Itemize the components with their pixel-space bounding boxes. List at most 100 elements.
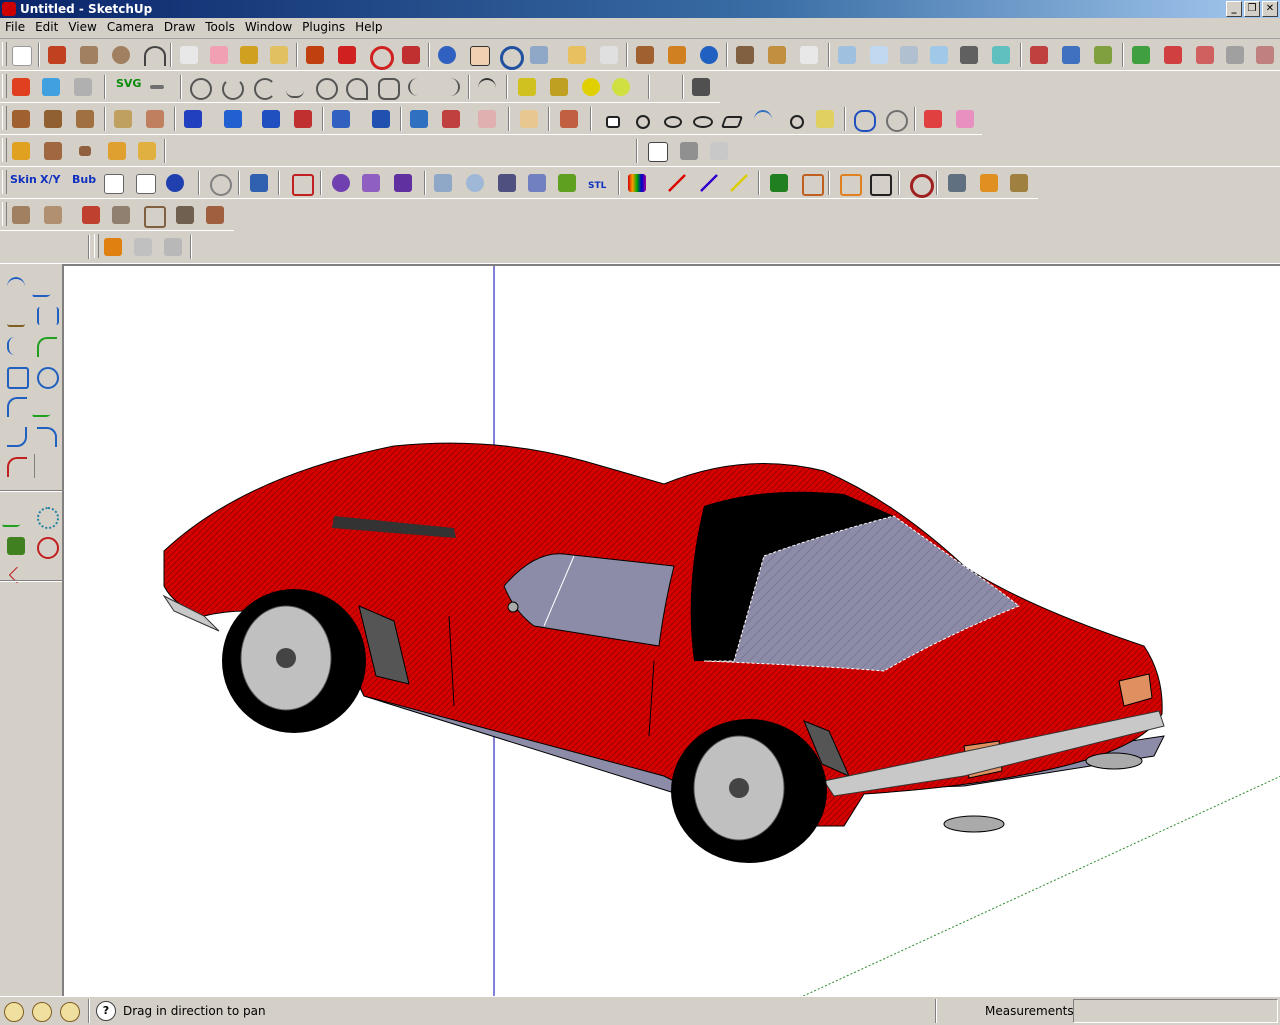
tape-measure-button[interactable] [236, 42, 262, 68]
zoom-extents-button[interactable] [526, 42, 552, 68]
paint-bucket-button[interactable] [266, 42, 292, 68]
spline-edit-button[interactable] [4, 304, 28, 328]
sandbox-mesh-button[interactable] [172, 202, 198, 228]
plugin-box-blue-button[interactable] [246, 170, 272, 196]
plugin-shape-b-button[interactable] [220, 106, 246, 132]
hand-tool-button[interactable] [644, 138, 670, 164]
sandbox-stamp-button[interactable] [104, 138, 130, 164]
plugin-shape-c-button[interactable] [516, 106, 542, 132]
plugin-rotate-gray-button[interactable] [206, 170, 232, 196]
arc-red-button[interactable] [4, 454, 28, 478]
hook-curve-button[interactable] [436, 74, 462, 100]
xy-button[interactable]: X/Y [40, 173, 60, 186]
plugin-shape-a-button[interactable] [180, 106, 206, 132]
menu-camera[interactable]: Camera [102, 18, 159, 36]
measurements-input[interactable] [1073, 999, 1278, 1023]
sandbox-from-contours-button[interactable] [8, 138, 34, 164]
plugin-globe-button[interactable] [462, 170, 488, 196]
plugin-hourglass-button[interactable] [368, 106, 394, 132]
menu-help[interactable]: Help [350, 18, 387, 36]
fillet-gear-button[interactable] [782, 106, 808, 132]
plugin-balance-button[interactable] [1006, 170, 1032, 196]
restore-button[interactable]: ❐ [1244, 1, 1260, 17]
top-view-button[interactable] [866, 42, 892, 68]
help-icon[interactable]: ? [96, 1001, 116, 1021]
shield-shape-button[interactable] [358, 170, 384, 196]
hook-curve-left-button[interactable] [4, 424, 28, 448]
menu-view[interactable]: View [63, 18, 101, 36]
toolbar-grip[interactable] [94, 234, 99, 258]
plugin-tool-b-button[interactable] [1058, 42, 1084, 68]
menu-tools[interactable]: Tools [200, 18, 240, 36]
plugin-pencil-button[interactable] [556, 106, 582, 132]
menu-plugins[interactable]: Plugins [297, 18, 350, 36]
arc-curve-button[interactable] [404, 74, 430, 100]
sandbox-smoove-button[interactable] [72, 138, 98, 164]
plugin-diagonal-button[interactable] [328, 106, 354, 132]
fillet-square-button[interactable] [598, 106, 624, 132]
menu-draw[interactable]: Draw [159, 18, 200, 36]
right-view-button[interactable] [926, 42, 952, 68]
stl-export-button[interactable]: STL [588, 181, 606, 191]
triangle-red-button[interactable] [4, 562, 28, 586]
plugin-grid-button[interactable] [524, 170, 550, 196]
play-button[interactable] [100, 170, 126, 196]
plugin-pink-button[interactable] [474, 106, 500, 132]
toolbar-grip[interactable] [2, 74, 7, 98]
svg-export-button[interactable]: SVG [116, 77, 141, 90]
bezier-curve-button[interactable] [4, 274, 28, 298]
yellow-line-button[interactable] [726, 170, 752, 196]
sketchup-app-icon[interactable] [2, 2, 16, 16]
toolbar-grip[interactable] [2, 138, 7, 162]
rectangle-tool-button[interactable] [76, 42, 102, 68]
color-lines-button[interactable] [624, 170, 650, 196]
plugin-arrows-b-button[interactable] [142, 106, 168, 132]
plugin-tool-c-button[interactable] [1090, 42, 1116, 68]
plugin-arrow-green-button[interactable] [554, 170, 580, 196]
plugin-yellow-a-button[interactable] [514, 74, 540, 100]
zigzag-button[interactable] [31, 394, 61, 418]
bub-button[interactable]: Bub [72, 173, 96, 186]
layers-disabled-button[interactable] [706, 138, 732, 164]
wrench-button[interactable] [4, 534, 28, 558]
catmull-button[interactable] [4, 334, 28, 358]
sandbox-cross-button[interactable] [202, 202, 228, 228]
place-model-button[interactable] [664, 42, 690, 68]
red-cube-button[interactable] [8, 74, 34, 100]
plugin-figure-button[interactable] [130, 234, 156, 260]
menu-window[interactable]: Window [240, 18, 297, 36]
fillet-ellipse-button[interactable] [658, 106, 684, 132]
normal-push-pull-button[interactable] [72, 106, 98, 132]
minimize-button[interactable]: _ [1226, 1, 1242, 17]
skin-button[interactable]: Skin [10, 173, 37, 186]
outline-box-button[interactable] [798, 170, 824, 196]
plugin-figure-2-button[interactable] [160, 234, 186, 260]
select-tool-button[interactable] [8, 42, 34, 68]
front-view-button[interactable] [896, 42, 922, 68]
wave-tool-button[interactable] [282, 74, 308, 100]
rotate-tool-button[interactable] [366, 42, 394, 70]
sandbox-from-scratch-button[interactable] [40, 138, 66, 164]
spiral-curve-button[interactable] [34, 364, 59, 389]
toolbar-grip[interactable] [2, 170, 7, 194]
plugin-tool-f-button[interactable] [1192, 42, 1218, 68]
bracket-orange-button[interactable] [836, 170, 862, 196]
plugin-loop-blue-button[interactable] [850, 106, 876, 132]
polyline-button[interactable] [31, 274, 61, 298]
sandbox-frame-button[interactable] [140, 202, 166, 228]
pencil-tool-button[interactable] [44, 42, 70, 68]
section-display-button[interactable] [988, 42, 1014, 68]
red-line-button[interactable] [664, 170, 690, 196]
eraser-tool-button[interactable] [206, 42, 232, 68]
plugin-wand-button[interactable] [100, 234, 126, 260]
model-viewport[interactable] [63, 264, 1280, 999]
spline-button[interactable] [34, 304, 59, 328]
fillet-pencil-button[interactable] [812, 106, 838, 132]
previous-view-button[interactable] [564, 42, 590, 68]
geo-location-icon[interactable] [4, 1002, 24, 1022]
layers-stack-button[interactable] [676, 138, 702, 164]
plugin-spray-button[interactable] [944, 170, 970, 196]
next-view-button[interactable] [596, 42, 622, 68]
bracket-black-button[interactable] [866, 170, 892, 196]
credits-icon[interactable] [32, 1002, 52, 1022]
